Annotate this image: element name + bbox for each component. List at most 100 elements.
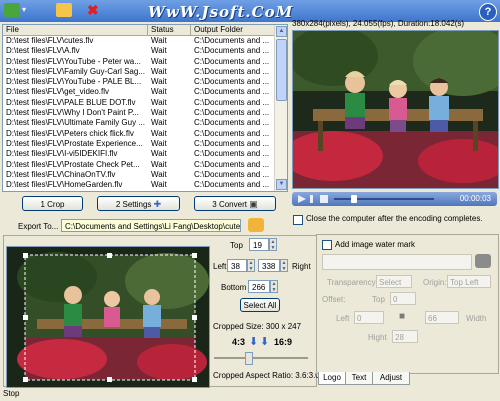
folder-cell: C:\Documents and ... — [194, 36, 270, 45]
export-path-field[interactable]: C:\Documents and Settings\Li Fang\Deskto… — [61, 219, 241, 232]
convert-step-label: 3 Convert — [212, 200, 247, 209]
crop-right-input[interactable]: 338 — [258, 259, 280, 272]
scroll-up-icon[interactable]: ▲ — [276, 26, 287, 37]
player-controls: 00:00:03 — [292, 192, 497, 206]
file-cell: D:\test files\FLV\Peters chick flick.flv — [6, 128, 134, 138]
table-row[interactable]: D:\test files\FLV\Why I Don't Paint P...… — [3, 108, 287, 118]
browse-folder-icon[interactable] — [248, 218, 264, 232]
vertical-scrollbar[interactable]: ▲ ▼ — [274, 25, 287, 191]
table-row[interactable]: D:\test files\FLV\Prostate Check Pet... W… — [3, 160, 287, 170]
tab-logo[interactable]: Logo — [318, 372, 346, 385]
folder-cell: C:\Documents and ... — [194, 77, 270, 87]
table-row[interactable]: D:\test files\FLV\cutes.flv Wait C:\Docume… — [3, 36, 287, 46]
open-folder-icon[interactable] — [56, 3, 72, 17]
select-all-button[interactable]: Select All — [240, 298, 280, 312]
folder-cell: C:\Documents and ... — [194, 46, 270, 56]
status-cell: Wait — [151, 169, 167, 179]
status-cell: Wait — [151, 36, 167, 45]
file-cell: D:\test files\FLV\Why I Don't Paint P... — [6, 108, 139, 118]
table-row[interactable]: D:\test files\FLV\Prostate Experience...… — [3, 139, 287, 149]
table-row[interactable]: D:\test files\FLV\Family Guy-Carl Sag...… — [3, 67, 287, 77]
ratio-slider-track[interactable] — [214, 357, 308, 359]
file-cell: D:\test files\FLV\Family Guy-Carl Sag... — [6, 66, 145, 76]
lock-icon[interactable]: ■ — [399, 311, 405, 322]
table-row[interactable]: D:\test files\FLV\Ultimate Family Guy ..… — [3, 118, 287, 128]
column-header-file[interactable]: File — [3, 25, 148, 35]
status-bar: Stop — [3, 389, 20, 398]
video-preview — [283, 26, 500, 189]
folder-cell: C:\Documents and ... — [194, 97, 270, 107]
convert-step-button[interactable]: 3 Convert ▣ — [194, 196, 276, 211]
table-row[interactable]: D:\test files\FLV\HomeGarden.flv Wait C:\D… — [3, 180, 287, 190]
table-row[interactable]: D:\test files\FLV\PALE BLUE DOT.flv Wait C… — [3, 98, 287, 108]
crop-left-spinner[interactable]: ▲ ▼ — [247, 259, 255, 272]
watermark-image-path[interactable] — [322, 254, 472, 270]
player-progress-bar[interactable] — [334, 198, 434, 200]
status-cell: Wait — [151, 159, 167, 169]
film-icon: ▣ — [249, 199, 258, 209]
shutdown-checkbox[interactable] — [293, 215, 303, 225]
crop-left-input[interactable]: 38 — [227, 259, 247, 272]
table-row[interactable]: D:\test files\FLV\ChinaOnTV.flv Wait C:\Do… — [3, 170, 287, 180]
file-cell: D:\test files\FLV\HomeGarden.flv — [6, 180, 123, 190]
wm-hight-input[interactable]: 28 — [392, 330, 418, 343]
status-cell: Wait — [151, 118, 167, 128]
table-row[interactable]: D:\test files\FLV\YouTube - PALE BL... Wa… — [3, 77, 287, 87]
add-file-icon[interactable] — [4, 3, 20, 17]
table-header: File Status Output Folder — [3, 25, 287, 36]
folder-cell: C:\Documents and ... — [194, 128, 270, 138]
ratio-slider-thumb[interactable] — [245, 352, 253, 365]
table-row[interactable]: D:\test files\FLV\A.flv Wait C:\Documents … — [3, 46, 287, 56]
watermark-checkbox[interactable] — [322, 240, 332, 250]
file-table: File Status Output Folder D:\test files\… — [2, 24, 288, 192]
scroll-thumb[interactable] — [276, 39, 287, 101]
crop-bottom-label: Bottom — [221, 283, 247, 292]
crop-step-button[interactable]: 1 Crop — [22, 196, 83, 211]
watermark-checkbox-label: Add image water mark — [335, 240, 416, 249]
watermark-browse-icon[interactable] — [475, 254, 491, 268]
crop-bottom-input[interactable]: 266 — [248, 280, 270, 293]
crop-bottom-spinner[interactable]: ▲ ▼ — [270, 280, 278, 293]
wm-width-label: Width — [466, 314, 487, 323]
help-icon[interactable]: ? — [479, 3, 497, 21]
column-header-output-folder[interactable]: Output Folder — [191, 25, 275, 35]
folder-cell: C:\Documents and ... — [194, 159, 270, 169]
crop-top-input[interactable]: 19 — [249, 238, 269, 251]
video-info: 380x284(pixels), 24.055(fps), Duration:1… — [292, 19, 465, 28]
preview-image — [283, 26, 500, 188]
table-row[interactable]: D:\test files\FLV\I-vi5IDEKIFI.flv Wait C:… — [3, 149, 287, 159]
wm-width-input[interactable]: 66 — [425, 311, 459, 324]
settings-step-button[interactable]: 2 Settings ✚ — [97, 196, 180, 211]
status-cell: Wait — [151, 46, 167, 56]
wm-left-input[interactable]: 0 — [354, 311, 384, 324]
crop-right-spinner[interactable]: ▲ ▼ — [280, 259, 288, 272]
play-icon[interactable] — [298, 195, 306, 203]
tab-text[interactable]: Text — [345, 372, 373, 385]
wm-left-label: Left — [336, 314, 350, 323]
ratio-arrow-icon-2[interactable]: ⬇ — [260, 335, 269, 348]
wm-top-input[interactable]: 0 — [390, 292, 416, 305]
ratio-16-9-label: 16:9 — [274, 337, 293, 347]
table-row[interactable]: D:\test files\FLV\Peters chick flick.flv… — [3, 129, 287, 139]
table-row[interactable]: D:\test files\FLV\YouTube - Peter wa... W… — [3, 57, 287, 67]
folder-cell: C:\Documents and ... — [194, 87, 270, 97]
transparency-select[interactable]: Select — [376, 275, 412, 288]
pause-icon[interactable] — [310, 195, 313, 203]
tab-adjust[interactable]: Adjust — [372, 372, 410, 385]
origin-select[interactable]: Top Left — [447, 275, 491, 288]
watermark-text: WwW.Jsoft.CoM — [148, 3, 294, 21]
transparency-label: Transparency: — [327, 278, 378, 287]
crop-top-spinner[interactable]: ▲ ▼ — [269, 238, 277, 251]
table-row[interactable]: D:\test files\FLV\get_video.flv Wait C:\Do… — [3, 87, 287, 97]
ratio-arrow-icon[interactable]: ⬇ — [249, 335, 258, 348]
stop-icon[interactable] — [320, 195, 328, 203]
column-header-status[interactable]: Status — [148, 25, 191, 35]
delete-icon[interactable]: ✖ — [87, 3, 103, 17]
player-seek-thumb[interactable] — [351, 195, 357, 203]
status-cell: Wait — [151, 87, 167, 97]
export-label: Export To... — [18, 222, 59, 231]
scroll-down-icon[interactable]: ▼ — [276, 179, 287, 190]
dropdown-arrow-icon[interactable]: ▾ — [22, 3, 30, 17]
status-cell: Wait — [151, 97, 167, 107]
shutdown-label: Close the computer after the encoding co… — [306, 214, 483, 223]
